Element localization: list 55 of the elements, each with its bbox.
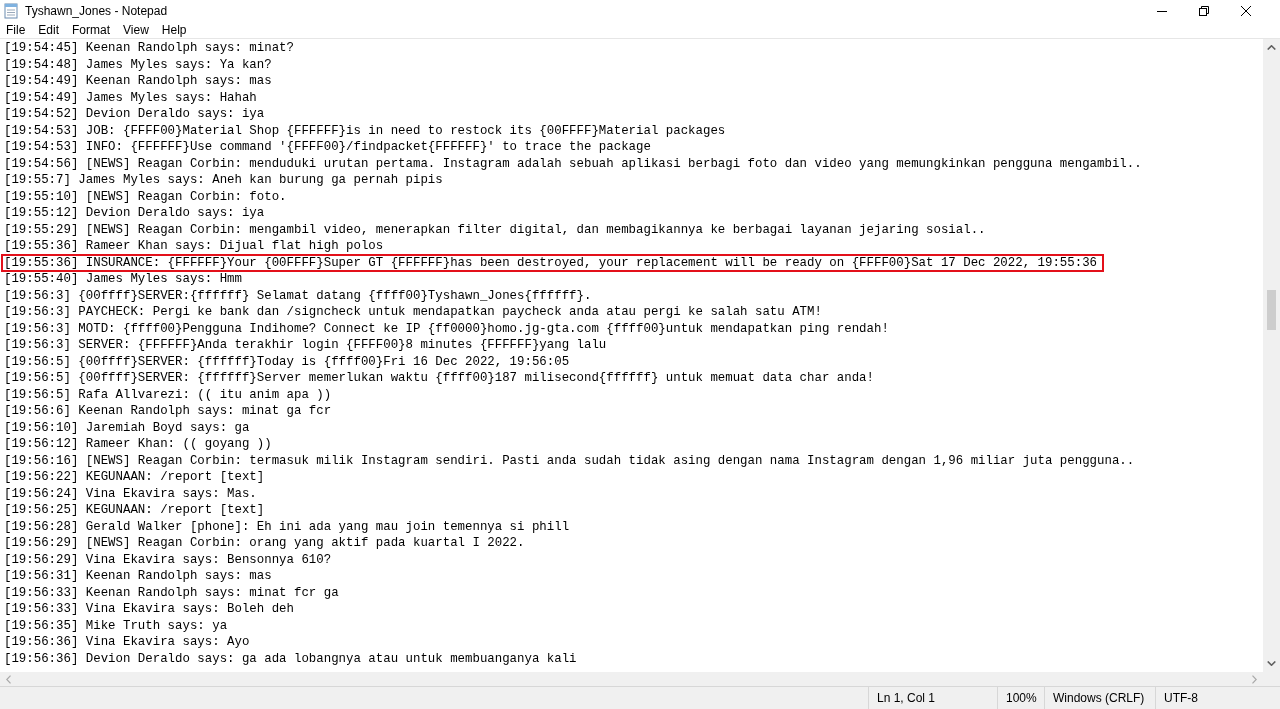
menu-item[interactable]: View	[120, 22, 155, 38]
text-line: [19:56:25] KEGUNAAN: /report [text]	[3, 502, 266, 519]
text-line: [19:54:53] JOB: {FFFF00}Material Shop {FFFFFF}is in need to restock its {00FFFF}Material packages	[3, 122, 727, 139]
text-line: [19:56:12] Rameer Khan: (( goyang ))	[3, 436, 273, 453]
text-line: [19:56:22] KEGUNAAN: /report [text]	[3, 469, 266, 486]
text-line: [19:55:12] Devion Deraldo says: iya	[3, 205, 266, 222]
text-line: [19:56:29] Vina Ekavira says: Bensonnya 610?	[3, 551, 333, 568]
text-line: [19:56:28] Gerald Walker [phone]: Eh ini ada yang mau join temennya si phill	[3, 518, 571, 535]
text-line: [19:56:3] PAYCHECK: Pergi ke bank dan /signcheck untuk mendapatkan paycheck anda atau pergi ke salah satu ATM!	[3, 304, 823, 321]
text-line: [19:56:36] Vina Ekavira says: Ayo	[3, 634, 251, 651]
text-line: [19:56:5] {00ffff}SERVER: {ffffff}Server memerlukan waktu {ffff00}187 milisecond{ffffff} untuk memuat data char anda!	[3, 370, 875, 387]
text-line: [19:54:45] Keenan Randolph says: minat?	[3, 40, 295, 57]
text-line: [19:56:3] {00ffff}SERVER:{ffffff} Selamat datang {ffff00}Tyshawn_Jones{ffffff}.	[3, 287, 593, 304]
text-line: [19:54:49] Keenan Randolph says: mas	[3, 73, 273, 90]
text-line: [19:56:10] Jaremiah Boyd says: ga	[3, 419, 251, 436]
text-line: [19:55:36] INSURANCE: {FFFFFF}Your {00FFFF}Super GT {FFFFFF}has been destroyed, your replacement will be ready on {FFFF00}Sat 17 Dec 2022, 19:55:36	[2, 254, 1104, 271]
menu-item[interactable]: Help	[158, 22, 193, 38]
cursor-position: Ln 1, Col 1	[877, 691, 936, 705]
menu-item[interactable]: Format	[69, 22, 117, 38]
text-line: [19:55:40] James Myles says: Hmm	[3, 271, 243, 288]
close-icon[interactable]	[1241, 6, 1251, 16]
text-line: [19:56:31] Keenan Randolph says: mas	[3, 568, 273, 585]
zoom-level: 100%	[1006, 691, 1037, 705]
text-line: [19:54:52] Devion Deraldo says: iya	[3, 106, 266, 123]
chevron-up-icon[interactable]	[1267, 45, 1276, 50]
text-line: [19:56:35] Mike Truth says: ya	[3, 617, 229, 634]
menu-item[interactable]: Edit	[35, 22, 66, 38]
restore-icon[interactable]	[1199, 6, 1209, 16]
scrollbar-thumb[interactable]	[1267, 290, 1276, 330]
minimize-icon[interactable]	[1157, 10, 1167, 12]
text-line: [19:56:3] SERVER: {FFFFFF}Anda terakhir login {FFFF00}8 minutes {FFFFFF}yang lalu	[3, 337, 608, 354]
text-line: [19:54:56] [NEWS] Reagan Corbin: menduduki urutan pertama. Instagram adalah sebuah aplikasi berbagi foto dan video yang memungkinkan pengguna mengambil..	[3, 155, 1143, 172]
menu-item[interactable]: File	[3, 22, 32, 38]
text-line: [19:56:33] Vina Ekavira says: Boleh deh	[3, 601, 295, 618]
text-line: [19:56:24] Vina Ekavira says: Mas.	[3, 485, 258, 502]
text-line: [19:56:3] MOTD: {ffff00}Pengguna Indihome? Connect ke IP {ff0000}homo.jg-gta.com {ffff00}untuk mendapatkan ping rendah!	[3, 320, 890, 337]
text-line: [19:56:5] Rafa Allvarezi: (( itu anim apa ))	[3, 386, 333, 403]
line-ending: Windows (CRLF)	[1053, 691, 1145, 705]
text-line: [19:56:29] [NEWS] Reagan Corbin: orang yang aktif pada kuartal I 2022.	[3, 535, 526, 552]
chevron-down-icon[interactable]	[1267, 661, 1276, 666]
text-line: [19:55:7] James Myles says: Aneh kan burung ga pernah pipis	[3, 172, 444, 189]
text-line: [19:56:16] [NEWS] Reagan Corbin: termasuk milik Instagram sendiri. Pasti anda sudah tidak asing dengan nama Instagram dengan 1,96 miliar juta pengguna..	[3, 452, 1136, 469]
notepad-icon	[3, 3, 19, 19]
encoding: UTF-8	[1164, 691, 1198, 705]
text-line: [19:55:36] Rameer Khan says: Dijual flat high polos	[3, 238, 385, 255]
text-line: [19:56:5] {00ffff}SERVER: {ffffff}Today is {ffff00}Fri 16 Dec 2022, 19:56:05	[3, 353, 571, 370]
text-line: [19:55:29] [NEWS] Reagan Corbin: mengambil video, menerapkan filter digital, dan membagikannya ke berbagai layanan jejaring sosial..	[3, 221, 987, 238]
text-line: [19:56:36] Devion Deraldo says: ga ada lobangnya atau untuk membuanganya kali	[3, 650, 578, 667]
text-line: [19:54:49] James Myles says: Hahah	[3, 89, 258, 106]
text-line: [19:54:48] James Myles says: Ya kan?	[3, 56, 273, 73]
text-line: [19:56:6] Keenan Randolph says: minat ga fcr	[3, 403, 333, 420]
text-line: [19:56:33] Keenan Randolph says: minat fcr ga	[3, 584, 340, 601]
text-line: [19:54:53] INFO: {FFFFFF}Use command '{FFFF00}/findpacket{FFFFFF}' to trace the package	[3, 139, 652, 156]
window-title: Tyshawn_Jones - Notepad	[25, 4, 168, 18]
text-line: [19:55:10] [NEWS] Reagan Corbin: foto.	[3, 188, 288, 205]
